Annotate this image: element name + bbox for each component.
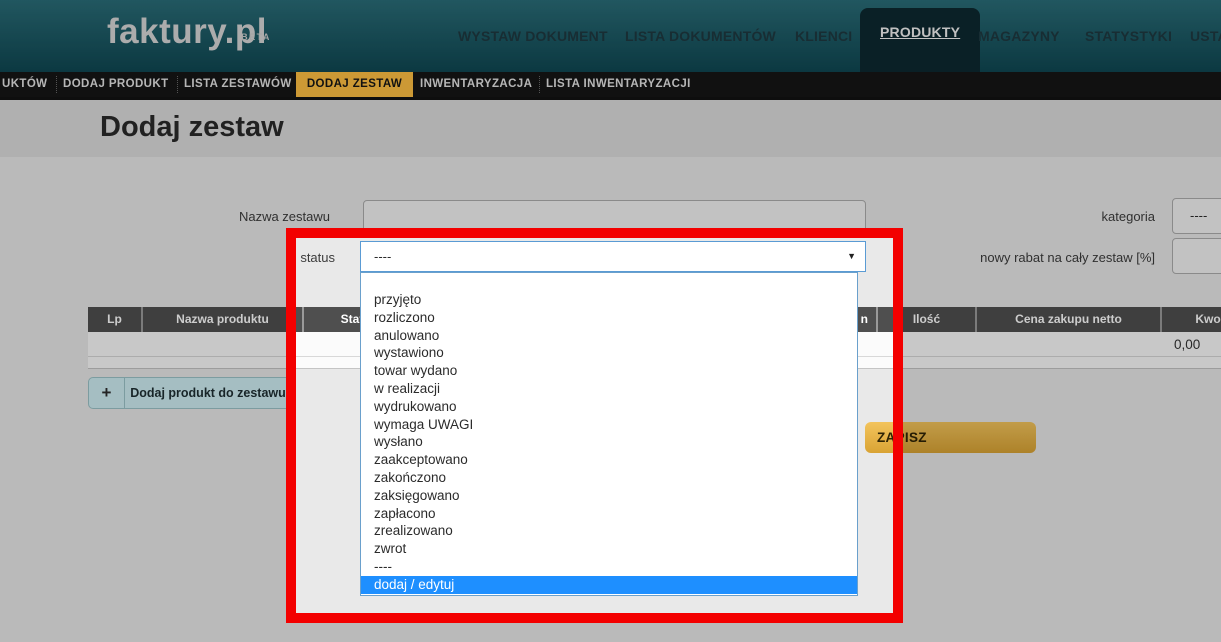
dropdown-option[interactable]: zapłacono [361,505,857,523]
save-button[interactable]: ZAPISZ [865,422,1036,453]
table-col-kwota-clipped: Kwo [1162,307,1221,332]
dropdown-option[interactable]: zaakceptowano [361,451,857,469]
subnav-inwentaryzacja[interactable]: INWENTARYZACJA [420,72,532,97]
nazwa-zestawu-input[interactable] [363,200,866,232]
sub-nav: UKTÓW DODAJ PRODUKT LISTA ZESTAWÓW DODAJ… [0,72,1221,97]
dropdown-option[interactable]: ---- [361,558,857,576]
subnav-divider [56,76,57,93]
add-product-label: Dodaj produkt do zestawu [125,378,291,408]
nav-magazyny[interactable]: MAGAZYNY [978,0,1060,72]
nav-lista-dokumentow[interactable]: LISTA DOKUMENTÓW [625,0,776,72]
table-col-ilosc: Ilość [878,307,975,332]
dropdown-option[interactable]: w realizacji [361,380,857,398]
nav-statystyki[interactable]: STATYSTYKI [1085,0,1172,72]
logo-beta-badge: BETA [241,18,271,56]
kategoria-label: kategoria [1005,209,1155,224]
status-select[interactable]: ---- ▼ [360,241,866,272]
table-col-cena-zakupu-netto: Cena zakupu netto [977,307,1160,332]
dropdown-option[interactable]: zrealizowano [361,522,857,540]
dropdown-option[interactable]: zwrot [361,540,857,558]
status-dropdown-list: przyjęto rozliczono anulowano wystawiono… [360,272,858,596]
nav-wystaw-dokument[interactable]: WYSTAW DOKUMENT [458,0,608,72]
nav-produkty-active[interactable]: PRODUKTY [860,8,980,72]
dropdown-option[interactable]: przyjęto [361,291,857,309]
dropdown-option[interactable]: wystawiono [361,344,857,362]
title-band: Dodaj zestaw [0,97,1221,157]
subnav-dodaj-produkt[interactable]: DODAJ PRODUKT [63,72,169,97]
plus-icon: + [89,378,125,408]
nav-klienci[interactable]: KLIENCI [795,0,852,72]
page-title: Dodaj zestaw [100,111,284,144]
add-product-to-set-button[interactable]: + Dodaj produkt do zestawu [88,377,292,409]
dropdown-option[interactable]: anulowano [361,327,857,345]
dropdown-option[interactable]: wysłano [361,433,857,451]
rabat-input[interactable] [1172,238,1221,274]
chevron-down-icon: ▼ [847,242,856,271]
app-window: faktury.pl BETA WYSTAW DOKUMENT LISTA DO… [0,0,1221,642]
subnav-lista-zestawow[interactable]: LISTA ZESTAWÓW [184,72,292,97]
status-label: status [185,250,335,265]
subnav-divider [177,76,178,93]
kategoria-select[interactable]: ---- [1172,198,1221,234]
dropdown-option[interactable]: wymaga UWAGI [361,416,857,434]
dropdown-option[interactable]: zakończono [361,469,857,487]
row-kwota-value: 0,00 [1174,332,1200,357]
subnav-dodaj-zestaw-active[interactable]: DODAJ ZESTAW [296,72,413,97]
dropdown-option[interactable]: rozliczono [361,309,857,327]
dropdown-option-highlighted[interactable]: dodaj / edytuj [361,576,857,594]
dropdown-option[interactable]: zaksięgowano [361,487,857,505]
nazwa-zestawu-label: Nazwa zestawu [180,209,330,224]
status-select-value: ---- [374,249,391,264]
subnav-divider [539,76,540,93]
dropdown-option[interactable]: towar wydano [361,362,857,380]
nav-ustawienia-clipped[interactable]: USTA [1190,0,1221,72]
subnav-lista-inwentaryzacji[interactable]: LISTA INWENTARYZACJI [546,72,691,97]
subnav-lista-produktow-clipped[interactable]: UKTÓW [2,72,47,97]
dropdown-option[interactable]: wydrukowano [361,398,857,416]
rabat-label: nowy rabat na cały zestaw [%] [925,250,1155,265]
table-col-nazwa-produktu: Nazwa produktu [143,307,302,332]
top-header: faktury.pl BETA WYSTAW DOKUMENT LISTA DO… [0,0,1221,72]
logo[interactable]: faktury.pl BETA [107,13,267,51]
table-col-lp: Lp [88,307,141,332]
